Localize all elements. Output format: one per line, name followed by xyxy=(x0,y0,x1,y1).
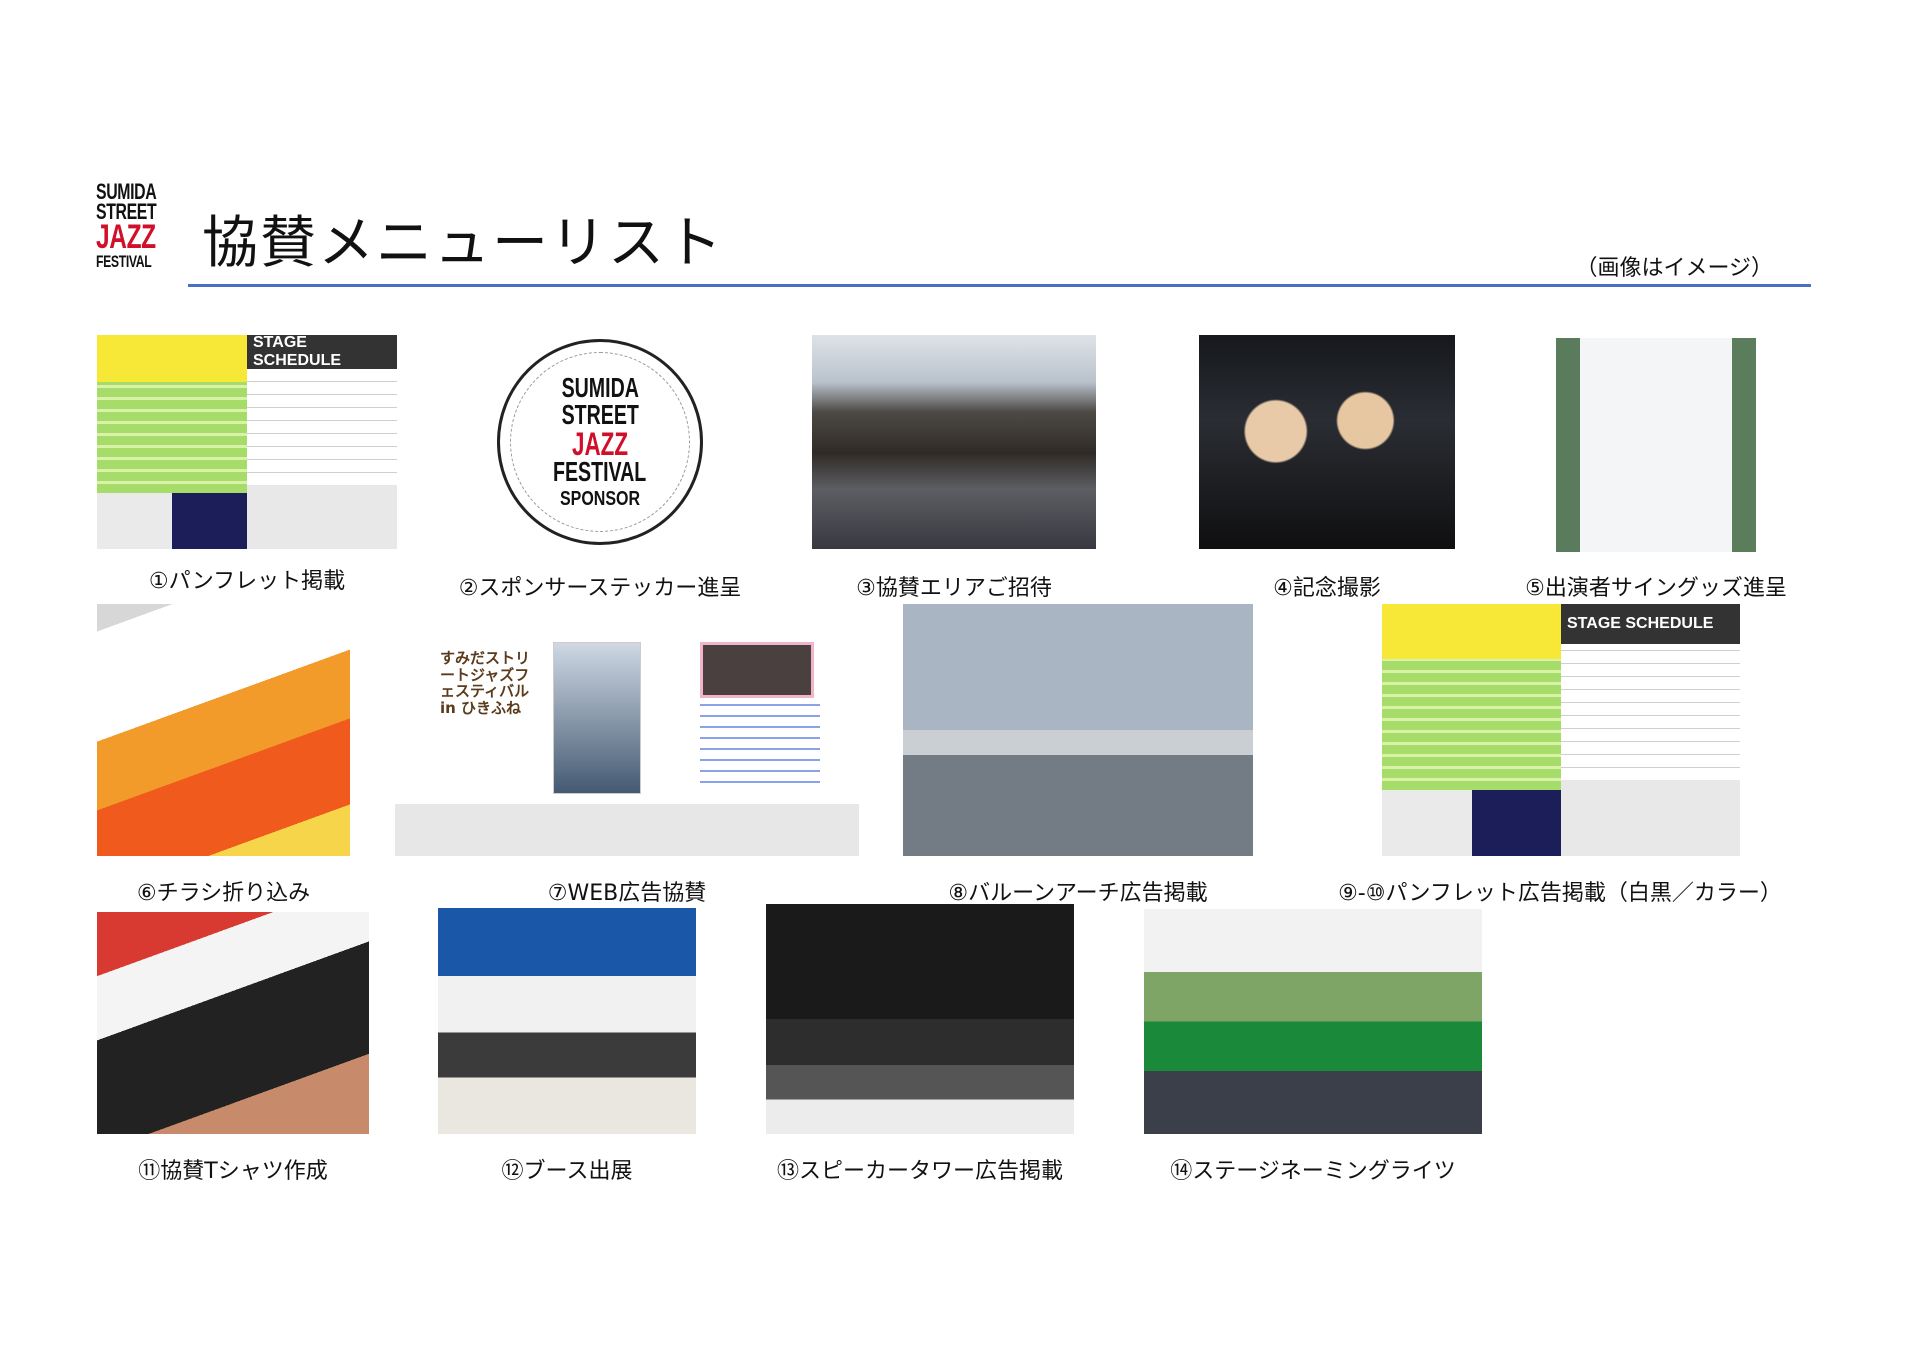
caption-pamphlet-ad: ⑨-⑩パンフレット広告掲載（白黒／カラー） xyxy=(1338,881,1782,906)
sticker-line-4: FESTIVAL xyxy=(553,455,647,487)
title-rule xyxy=(188,284,1811,287)
sticker-line-3: JAZZ xyxy=(572,425,628,462)
caption-web-ad: ⑦WEB広告協賛 xyxy=(547,881,707,906)
caption-speaker-tower: ⑬スピーカータワー広告掲載 xyxy=(776,1159,1063,1184)
speaker-tower-photo xyxy=(766,904,1074,1134)
sticker-line-1: SUMIDA xyxy=(561,372,639,404)
caption-balloon-arch: ⑧バルーンアーチ広告掲載 xyxy=(948,881,1208,906)
pamphlet-ad-image: STAGE SCHEDULE xyxy=(1382,604,1740,856)
booth-photo xyxy=(438,908,696,1134)
pamphlet-image: STAGE SCHEDULE xyxy=(97,335,397,549)
logo-line-4: FESTIVAL xyxy=(96,251,152,271)
caption-pamphlet: ①パンフレット掲載 xyxy=(148,569,346,594)
logo-line-3: JAZZ xyxy=(96,218,156,257)
page-title: 協賛メニューリスト xyxy=(202,211,724,276)
caption-flyer: ⑥チラシ折り込み xyxy=(136,881,311,906)
caption-signed-goods: ⑤出演者サイングッズ進呈 xyxy=(1525,576,1787,601)
stage-naming-photo xyxy=(1144,909,1482,1134)
caption-sticker: ②スポンサーステッカー進呈 xyxy=(458,576,742,601)
commemorative-photo xyxy=(1199,335,1455,549)
web-ad-logo-text: すみだストリートジャズフェスティバル in ひきふね xyxy=(440,649,531,717)
image-note: （画像はイメージ） xyxy=(1575,256,1773,281)
web-ad-screenshot: すみだストリートジャズフェスティバル in ひきふね xyxy=(395,620,859,856)
sponsor-tshirt-photo xyxy=(97,912,369,1134)
balloon-arch-photo xyxy=(903,604,1253,856)
schedule-heading: STAGE SCHEDULE xyxy=(247,335,397,370)
sponsor-sticker-image: SUMIDA STREET JAZZ FESTIVAL SPONSOR xyxy=(490,335,710,549)
signed-goods-photo xyxy=(1556,338,1756,552)
caption-sponsor-tshirt: ⑪協賛Tシャツ作成 xyxy=(138,1159,328,1184)
sponsor-area-photo xyxy=(812,335,1096,549)
festival-logo: SUMIDA STREET JAZZ FESTIVAL xyxy=(96,180,157,271)
schedule-heading-2: STAGE SCHEDULE xyxy=(1561,604,1740,645)
flyer-image xyxy=(97,604,350,856)
sticker-line-2: STREET xyxy=(561,399,639,430)
caption-commemorative-photo: ④記念撮影 xyxy=(1273,576,1381,601)
caption-booth: ⑫ブース出展 xyxy=(501,1159,633,1184)
caption-stage-naming: ⑭ステージネーミングライツ xyxy=(1170,1159,1456,1184)
sponsor-sticker: SUMIDA STREET JAZZ FESTIVAL SPONSOR xyxy=(497,339,703,545)
sticker-line-5: SPONSOR xyxy=(559,487,641,510)
caption-sponsor-area: ③協賛エリアご招待 xyxy=(856,576,1052,601)
